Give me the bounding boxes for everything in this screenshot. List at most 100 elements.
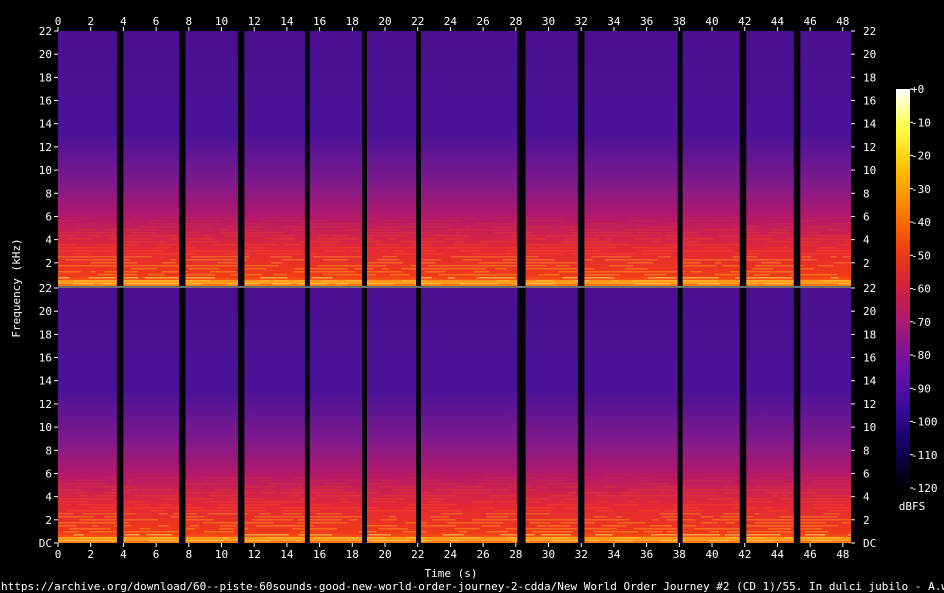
y-tick-label-right: 20 xyxy=(863,305,876,318)
silent-segment xyxy=(362,31,367,286)
silent-segment xyxy=(517,288,526,543)
silent-segment xyxy=(517,31,526,286)
x-tick-label-bottom: 20 xyxy=(378,548,391,561)
spectrogram-chart: 0 2 4 6 8 10 12 14 16 18 20 22 24 26 28 30 32 34 36 38 40 42 4… xyxy=(1,15,944,593)
y-tick-label-right: 6 xyxy=(863,467,870,480)
y-tick-label-right: 2 xyxy=(863,257,870,270)
y-tick-label-right: 22 xyxy=(863,25,876,38)
x-tick-label-bottom: 34 xyxy=(607,548,621,561)
y-tick-label-left: 20 xyxy=(39,48,52,61)
x-tick-label-top: 8 xyxy=(185,15,192,28)
y-tick-label-right: 2 xyxy=(863,514,870,527)
colorbar: +0 -10 -20 -30 -40 -50 -60 -70 -80 -90 -100 -110 -12… xyxy=(896,83,938,495)
x-tick-label-top: 40 xyxy=(705,15,718,28)
silent-segment xyxy=(416,288,421,543)
x-tick-label-top: 36 xyxy=(640,15,653,28)
y-tick-label-left: 14 xyxy=(39,118,53,131)
silent-segment xyxy=(416,31,421,286)
x-tick-label-top: 38 xyxy=(673,15,686,28)
y-tick-label-right: 10 xyxy=(863,164,876,177)
y-tick-label-left: 22 xyxy=(39,282,52,295)
silent-segment xyxy=(116,288,124,543)
silent-segment xyxy=(304,31,310,286)
channel-panel-left xyxy=(58,31,851,286)
source-path: https://archive.org/download/60--piste-6… xyxy=(1,580,944,593)
x-tick-label-top: 48 xyxy=(836,15,849,28)
y-tick-label-right: 18 xyxy=(863,328,876,341)
colorbar-label: dBFS xyxy=(899,500,926,513)
y-tick-label-right: DC xyxy=(863,537,876,550)
low-frequency-band xyxy=(58,537,851,541)
y-tick-label-right: 12 xyxy=(863,398,876,411)
x-tick-label-bottom: 28 xyxy=(509,548,522,561)
silent-segment xyxy=(677,288,683,543)
colorbar-tick-label: -120 xyxy=(911,482,938,495)
y-tick-label-left: 6 xyxy=(45,467,52,480)
x-tick-label-top: 12 xyxy=(248,15,261,28)
x-tick-label-top: 42 xyxy=(738,15,751,28)
spectrogram-panels xyxy=(58,31,851,543)
y-tick-label-right: 10 xyxy=(863,421,876,434)
silent-segment xyxy=(179,288,186,543)
silent-segment xyxy=(793,288,801,543)
y-tick-label-left: 20 xyxy=(39,305,52,318)
colorbar-scale xyxy=(896,89,910,488)
x-tick-label-bottom: 12 xyxy=(248,548,261,561)
x-axis-bottom: 0 2 4 6 8 10 12 14 16 18 20 22 24 26 28 30 32 34 36 38 40 42 4… xyxy=(55,543,849,561)
x-axis-top: 0 2 4 6 8 10 12 14 16 18 20 22 24 26 28 30 32 34 36 38 40 42 4… xyxy=(55,15,849,31)
x-tick-label-bottom: 36 xyxy=(640,548,653,561)
y-tick-label-left: 22 xyxy=(39,25,52,38)
y-tick-label-left: 12 xyxy=(39,398,52,411)
x-tick-label-bottom: 18 xyxy=(346,548,359,561)
y-tick-label-left: 8 xyxy=(45,444,52,457)
y-tick-label-left: 2 xyxy=(45,257,52,270)
silent-segment xyxy=(577,288,585,543)
x-tick-label-top: 16 xyxy=(313,15,326,28)
silent-segment xyxy=(237,31,245,286)
colorbar-tick-label: -100 xyxy=(911,416,938,429)
x-tick-label-top: 24 xyxy=(444,15,458,28)
colorbar-tick-label: +0 xyxy=(911,83,924,96)
y-tick-label-left: 8 xyxy=(45,187,52,200)
x-tick-label-bottom: 8 xyxy=(185,548,192,561)
colorbar-tick-label: -110 xyxy=(911,449,938,462)
x-tick-label-top: 26 xyxy=(476,15,489,28)
x-tick-label-bottom: 14 xyxy=(280,548,294,561)
y-tick-label-right: 4 xyxy=(863,234,870,247)
colorbar-tick-label: -30 xyxy=(911,183,931,196)
silent-segment xyxy=(116,31,124,286)
y-tick-label-left: 18 xyxy=(39,328,52,341)
x-tick-label-bottom: 40 xyxy=(705,548,718,561)
x-tick-label-top: 30 xyxy=(542,15,555,28)
colorbar-tick-label: -60 xyxy=(911,283,931,296)
y-tick-label-right: 8 xyxy=(863,187,870,200)
x-tick-label-top: 4 xyxy=(120,15,127,28)
x-tick-label-bottom: 2 xyxy=(87,548,94,561)
channel-panel-right xyxy=(58,288,851,543)
y-tick-label-right: 20 xyxy=(863,48,876,61)
y-tick-label-right: 16 xyxy=(863,352,876,365)
colorbar-tick-label: -90 xyxy=(911,382,931,395)
y-tick-label-left: 10 xyxy=(39,421,52,434)
colorbar-tick-label: -70 xyxy=(911,316,931,329)
y-tick-label-right: 14 xyxy=(863,375,877,388)
x-tick-label-top: 10 xyxy=(215,15,228,28)
x-tick-label-top: 20 xyxy=(378,15,391,28)
y-tick-label-right: 16 xyxy=(863,95,876,108)
x-tick-label-top: 2 xyxy=(87,15,94,28)
y-tick-label-left: 18 xyxy=(39,71,52,84)
y-tick-label-right: 4 xyxy=(863,491,870,504)
silent-segment xyxy=(362,288,367,543)
colorbar-tick-label: -50 xyxy=(911,249,931,262)
y-tick-label-right: 22 xyxy=(863,282,876,295)
y-tick-label-right: 14 xyxy=(863,118,877,131)
y-tick-label-right: 6 xyxy=(863,210,870,223)
x-tick-label-top: 22 xyxy=(411,15,424,28)
x-tick-label-bottom: 30 xyxy=(542,548,555,561)
x-tick-label-top: 32 xyxy=(575,15,588,28)
silent-segment xyxy=(304,288,310,543)
silent-segment xyxy=(577,31,585,286)
y-tick-label-left: 10 xyxy=(39,164,52,177)
low-frequency-band xyxy=(58,280,851,284)
silent-segment xyxy=(739,288,747,543)
